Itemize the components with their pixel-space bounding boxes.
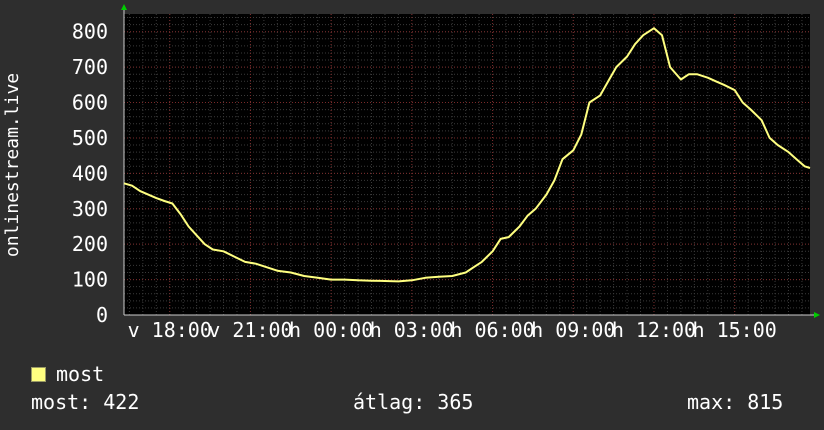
y-tick-labels: 0 100 200 300 400 500 600 700 800 — [72, 20, 108, 327]
legend: most — [31, 362, 104, 386]
x-tick-label: v 18:00 — [128, 318, 212, 342]
y-tick-label: 700 — [72, 55, 108, 79]
y-tick-label: 800 — [72, 20, 108, 44]
x-tick-label: h 03:00 — [370, 318, 454, 342]
x-tick-label: h 09:00 — [531, 318, 615, 342]
plot-background — [124, 14, 810, 315]
y-tick-label: 600 — [72, 91, 108, 115]
stat-current: most: 422 — [31, 390, 140, 414]
chart-root: 0 100 200 300 400 500 600 700 800 v 18:00 v 21:00… — [0, 0, 824, 430]
y-tick-label: 500 — [72, 126, 108, 150]
x-axis-arrow — [814, 312, 820, 318]
x-tick-label: h 06:00 — [450, 318, 534, 342]
y-axis-arrow — [121, 4, 127, 10]
x-tick-label: h 00:00 — [289, 318, 373, 342]
y-tick-label: 400 — [72, 161, 108, 185]
y-axis-label: onlinestream.live — [2, 73, 23, 257]
y-tick-label: 300 — [72, 197, 108, 221]
x-tick-label: h 15:00 — [693, 318, 777, 342]
x-tick-label: h 12:00 — [612, 318, 696, 342]
legend-swatch-most — [31, 366, 46, 382]
y-tick-label: 0 — [96, 303, 108, 327]
x-tick-labels: v 18:00v 21:00h 00:00h 03:00h 06:00h 09:… — [128, 318, 777, 342]
y-tick-label: 200 — [72, 232, 108, 256]
stat-average: átlag: 365 — [353, 390, 474, 414]
x-tick-label: v 21:00 — [208, 318, 292, 342]
stat-maximum: max: 815 — [687, 390, 784, 414]
y-tick-label: 100 — [72, 268, 108, 292]
legend-label-most: most — [56, 362, 105, 386]
chart-svg: 0 100 200 300 400 500 600 700 800 v 18:00v 21:00… — [2, 4, 820, 342]
